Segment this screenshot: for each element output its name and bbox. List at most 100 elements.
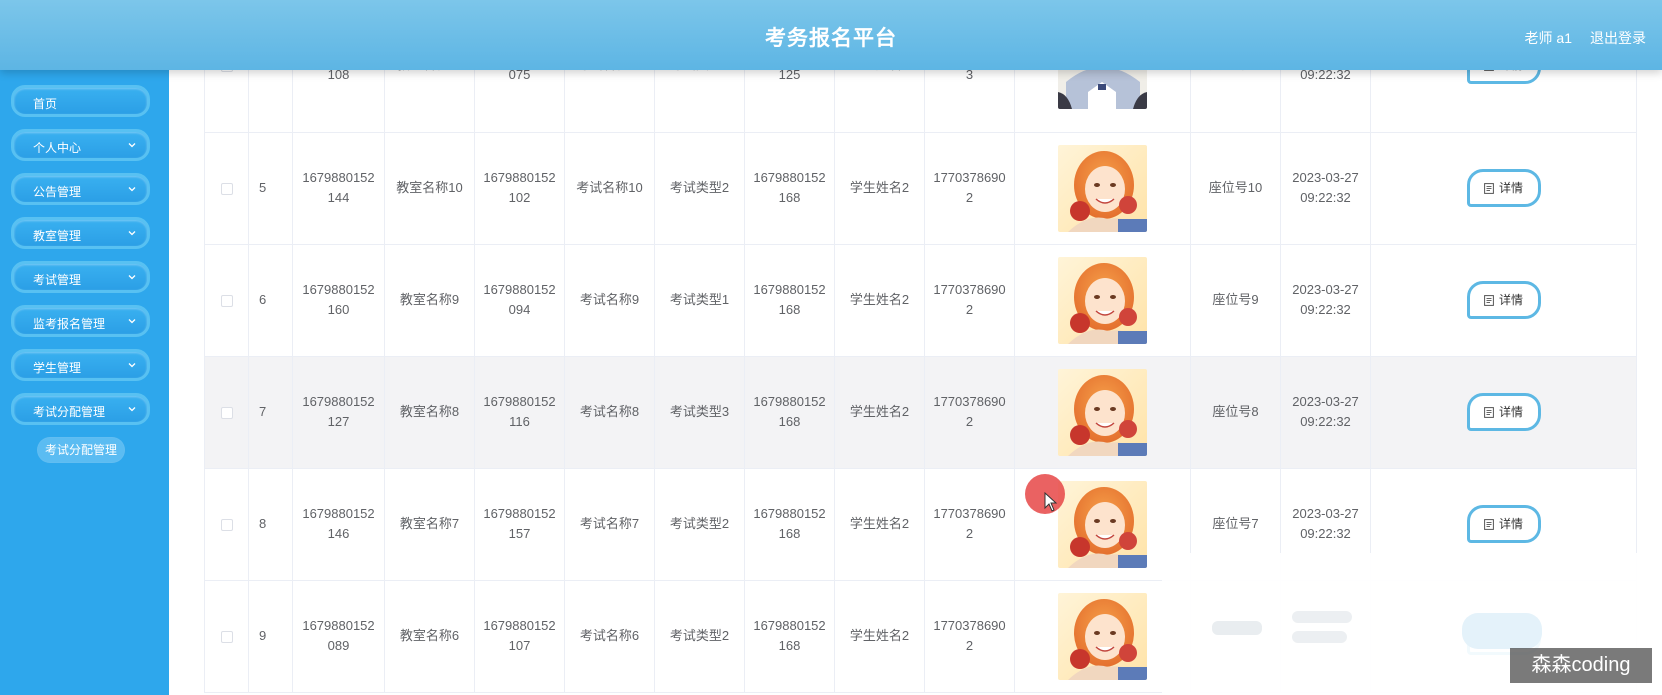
- student-name-cell: 学生姓名2: [834, 356, 925, 469]
- document-icon: [1484, 406, 1494, 418]
- assignment-code: 1679880152127: [302, 394, 375, 429]
- submenu-item-exam-assignment[interactable]: 考试分配管理: [38, 438, 124, 462]
- checkbox-cell: [204, 468, 249, 581]
- sidebar-item-label: 首页: [33, 97, 58, 111]
- exam-name: 考试名称7: [579, 516, 640, 531]
- detail-button[interactable]: 详情: [1466, 281, 1541, 319]
- student-account-cell: 1679880152168: [744, 468, 835, 581]
- document-icon: [1484, 518, 1494, 530]
- row-index: 8: [259, 516, 267, 531]
- student-phone-cell: 17703786902: [924, 244, 1015, 357]
- sidebar-item-exams[interactable]: 考试管理: [11, 261, 150, 293]
- logout-link[interactable]: 退出登录: [1590, 28, 1646, 48]
- row-index: 9: [259, 628, 267, 643]
- seat-number: 座位号9: [1212, 292, 1259, 307]
- row-index: 6: [259, 292, 267, 307]
- student-photo: [1058, 369, 1147, 456]
- row-checkbox[interactable]: [220, 294, 233, 307]
- table-row: 6 1679880152160 教室名称9 1679880152094 考试名称9 考试类…: [204, 244, 1637, 357]
- student-phone: 17703786902: [933, 170, 1006, 205]
- row-checkbox[interactable]: [220, 182, 233, 195]
- sidebar-item-classrooms[interactable]: 教室管理: [11, 217, 150, 249]
- page-title: 考务报名平台: [765, 27, 897, 50]
- chevron-down-icon: [128, 231, 136, 236]
- seat-number: 座位号10: [1208, 180, 1263, 195]
- exam-name: 考试名称9: [579, 292, 640, 307]
- photo-cell: [1014, 244, 1191, 357]
- exam-name-cell: 考试名称10: [564, 132, 655, 245]
- student-account-cell: 1679880152168: [744, 356, 835, 469]
- row-index-cell: 6: [248, 244, 293, 357]
- exam-type: 考试类型2: [669, 180, 730, 195]
- exam-type-cell: 考试类型2: [654, 132, 745, 245]
- classroom-name: 教室名称10: [396, 180, 463, 195]
- seat-number-cell: 座位号8: [1190, 356, 1281, 469]
- classroom-name: 教室名称9: [399, 292, 460, 307]
- assignment-code: 1679880152146: [302, 506, 375, 541]
- table-row: 5 1679880152144 教室名称10 1679880152102 考试名称10 考…: [204, 132, 1637, 245]
- student-account-cell: 1679880152168: [744, 580, 835, 693]
- student-account: 1679880152168: [753, 282, 826, 317]
- row-checkbox[interactable]: [220, 630, 233, 643]
- student-photo: [1058, 257, 1147, 344]
- exam-type: 考试类型2: [669, 516, 730, 531]
- table-row: 7 1679880152127 教室名称8 1679880152116 考试名称8 考试类…: [204, 356, 1637, 469]
- detail-button-label: 详情: [1498, 181, 1523, 195]
- document-icon: [1484, 294, 1494, 306]
- exam-name: 考试名称10: [576, 180, 643, 195]
- exam-type-cell: 考试类型2: [654, 468, 745, 581]
- assignment-time: 2023-03-27 09:22:32: [1292, 394, 1359, 429]
- sidebar-item-label: 公告管理: [33, 185, 82, 199]
- student-photo: [1058, 593, 1147, 680]
- chevron-down-icon: [128, 187, 136, 192]
- row-index: 7: [259, 404, 267, 419]
- sidebar-item-proctor-signup[interactable]: 监考报名管理: [11, 305, 150, 337]
- student-photo: [1058, 481, 1147, 568]
- exam-code-cell: 1679880152107: [474, 580, 565, 693]
- checkbox-cell: [204, 244, 249, 357]
- checkbox-cell: [204, 356, 249, 469]
- seat-number: 座位号7: [1212, 516, 1259, 531]
- student-name: 学生姓名2: [849, 404, 910, 419]
- detail-button-label: 详情: [1498, 405, 1523, 419]
- assignment-time: 2023-03-27 09:22:32: [1292, 506, 1359, 541]
- assignment-code: 1679880152160: [302, 282, 375, 317]
- exam-code-cell: 1679880152094: [474, 244, 565, 357]
- actions-cell: 详情: [1370, 356, 1637, 469]
- student-phone: 17703786902: [933, 506, 1006, 541]
- sidebar-item-label: 监考报名管理: [33, 317, 106, 331]
- detail-button[interactable]: 详情: [1466, 505, 1541, 543]
- sidebar-item-profile[interactable]: 个人中心: [11, 129, 150, 161]
- detail-button-label: 详情: [1498, 293, 1523, 307]
- exam-code: 1679880152116: [483, 394, 556, 429]
- exam-code-cell: 1679880152157: [474, 468, 565, 581]
- student-name-cell: 学生姓名2: [834, 132, 925, 245]
- row-index-cell: 8: [248, 468, 293, 581]
- mouse-cursor-icon: [1044, 492, 1058, 512]
- photo-cell: [1014, 132, 1191, 245]
- student-phone: 17703786902: [933, 282, 1006, 317]
- top-header: 考务报名平台 老师 a1 退出登录: [0, 0, 1662, 70]
- exam-name: 考试名称6: [579, 628, 640, 643]
- seat-number: 座位号8: [1212, 404, 1259, 419]
- classroom-name: 教室名称6: [399, 628, 460, 643]
- student-name-cell: 学生姓名2: [834, 468, 925, 581]
- sidebar-item-label: 学生管理: [33, 361, 82, 375]
- exam-name: 考试名称8: [579, 404, 640, 419]
- sidebar-item-label: 个人中心: [33, 141, 82, 155]
- blurred-cell: [1212, 621, 1262, 635]
- assignment-code: 1679880152144: [302, 170, 375, 205]
- row-checkbox[interactable]: [220, 518, 233, 531]
- sidebar-item-exam-assignment[interactable]: 考试分配管理: [11, 393, 150, 425]
- student-phone-cell: 17703786902: [924, 580, 1015, 693]
- sidebar-item-announcements[interactable]: 公告管理: [11, 173, 150, 205]
- assignment-code-cell: 1679880152160: [292, 244, 385, 357]
- detail-button[interactable]: 详情: [1466, 169, 1541, 207]
- sidebar-item-students[interactable]: 学生管理: [11, 349, 150, 381]
- document-icon: [1484, 182, 1494, 194]
- detail-button[interactable]: 详情: [1466, 393, 1541, 431]
- exam-code: 1679880152094: [483, 282, 556, 317]
- row-checkbox[interactable]: [220, 406, 233, 419]
- sidebar-item-label: 考试分配管理: [33, 405, 106, 419]
- sidebar-item-home[interactable]: 首页: [11, 85, 150, 117]
